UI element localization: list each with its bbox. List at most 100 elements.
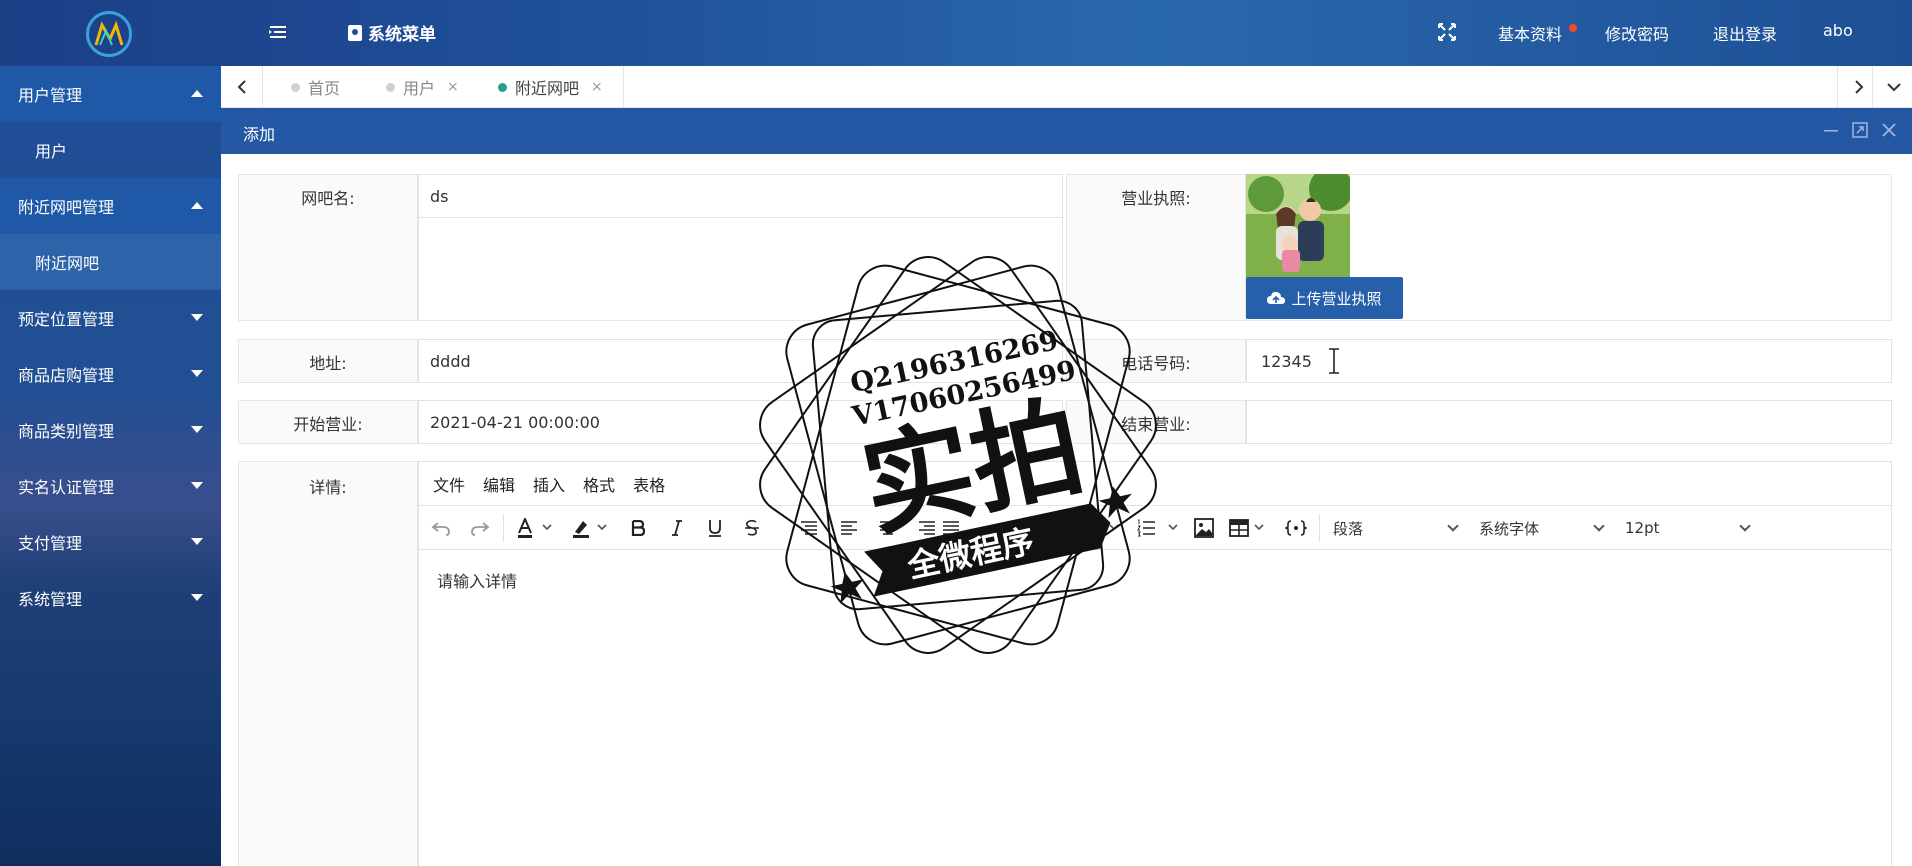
align-justify-icon[interactable] [939, 516, 963, 540]
close-icon[interactable] [1880, 121, 1900, 141]
sidebar-group-realname[interactable]: 实名认证管理 [0, 458, 221, 514]
address-input[interactable]: dddd [418, 339, 1063, 383]
font-family-value: 系统字体 [1479, 519, 1540, 538]
sidebar-item-label: 附近网吧 [35, 254, 100, 273]
start-label: 开始营业: [293, 415, 363, 434]
license-image[interactable] [1246, 174, 1350, 278]
sidebar-group-user-management[interactable]: 用户管理 [0, 66, 221, 122]
end-time-input[interactable] [1246, 400, 1892, 444]
align-left-icon[interactable] [837, 516, 861, 540]
dialog-title: 添加 [243, 125, 276, 144]
contact-book-icon [348, 24, 362, 41]
sidebar-group-system[interactable]: 系统管理 [0, 570, 221, 626]
font-family-select[interactable]: 系统字体 [1479, 515, 1611, 541]
sidebar: 用户管理 用户 附近网吧管理 附近网吧 预定位置管理 商品店购管理 商品类别管理… [0, 66, 221, 866]
text-color-icon[interactable] [515, 516, 559, 540]
caret-down-icon [191, 370, 203, 377]
caret-down-icon [191, 482, 203, 489]
address-label: 地址: [309, 354, 347, 373]
sidebar-group-payment[interactable]: 支付管理 [0, 514, 221, 570]
align-center-icon[interactable] [876, 516, 900, 540]
editor-toolbar: 段落 系统字体 12pt [419, 506, 1893, 550]
upload-license-button[interactable]: 上传营业执照 [1246, 277, 1403, 319]
sidebar-item-user[interactable]: 用户 [0, 122, 221, 178]
code-sample-icon[interactable] [1283, 516, 1309, 540]
name-cell-filler [418, 218, 1063, 321]
font-size-value: 12pt [1625, 519, 1660, 537]
toolbar-separator [1319, 514, 1320, 542]
sidebar-group-reservation[interactable]: 预定位置管理 [0, 290, 221, 346]
highlight-color-icon[interactable] [570, 516, 614, 540]
undo-icon[interactable] [429, 516, 453, 540]
bold-icon[interactable] [625, 516, 651, 540]
sidebar-group-netcafe-management[interactable]: 附近网吧管理 [0, 178, 221, 234]
tab-label: 附近网吧 [515, 79, 580, 98]
system-menu[interactable]: 系统菜单 [348, 20, 436, 45]
menu-file[interactable]: 文件 [433, 472, 465, 496]
sidebar-item-label: 用户 [35, 142, 68, 161]
bullet-list-icon[interactable] [1082, 516, 1122, 540]
table-icon[interactable] [1229, 516, 1273, 540]
menu-insert[interactable]: 插入 [533, 472, 565, 496]
name-input[interactable]: ds [418, 174, 1063, 218]
tab-divider [623, 66, 624, 108]
tab-menu-chevron-down-icon[interactable] [1872, 66, 1912, 108]
sidebar-item-nearby-netcafe[interactable]: 附近网吧 [0, 234, 221, 290]
maximize-icon[interactable] [1851, 121, 1871, 141]
font-size-select[interactable]: 12pt [1625, 515, 1757, 541]
block-format-value: 段落 [1333, 519, 1364, 538]
address-label-cell: 地址: [238, 339, 418, 383]
block-format-select[interactable]: 段落 [1333, 515, 1465, 541]
license-label: 营业执照: [1121, 189, 1191, 208]
notification-dot [1569, 24, 1577, 32]
sidebar-group-category[interactable]: 商品类别管理 [0, 402, 221, 458]
caret-down-icon [191, 538, 203, 545]
username[interactable]: abo [1823, 21, 1853, 40]
sidebar-group-shop[interactable]: 商品店购管理 [0, 346, 221, 402]
upload-license-label: 上传营业执照 [1291, 289, 1382, 308]
numbered-list-icon[interactable] [1137, 516, 1181, 540]
menu-format[interactable]: 格式 [583, 472, 615, 496]
change-password-link[interactable]: 修改密码 [1605, 21, 1669, 45]
profile-link[interactable]: 基本资料 [1498, 21, 1562, 45]
dialog-body: 网吧名: ds 营业执照: 上传营业执照 地址: dddd 电话号码: 1234… [221, 154, 1912, 866]
caret-up-icon [191, 90, 203, 97]
end-label-cell: 结束营业: [1066, 400, 1246, 444]
phone-value: 12345 [1261, 351, 1312, 371]
tab-nearby-netcafe[interactable]: 附近网吧 × [498, 66, 603, 108]
italic-icon[interactable] [664, 516, 690, 540]
app-logo[interactable] [86, 11, 132, 57]
tab-label: 首页 [308, 79, 341, 98]
underline-icon[interactable] [702, 516, 728, 540]
minimize-icon[interactable] [1822, 121, 1842, 141]
align-left-partial-icon[interactable] [797, 516, 821, 540]
start-time-input[interactable]: 2021-04-21 00:00:00 [418, 400, 1063, 444]
tab-user[interactable]: 用户 × [386, 66, 459, 108]
editor-content[interactable]: 请输入详情 [437, 568, 517, 592]
menu-edit[interactable]: 编辑 [483, 472, 515, 496]
align-right-icon[interactable] [915, 516, 939, 540]
tab-scroll-left-icon[interactable] [221, 66, 263, 108]
fullscreen-icon[interactable] [1438, 23, 1456, 41]
tab-close-icon[interactable]: × [447, 79, 459, 95]
image-icon[interactable] [1192, 516, 1216, 540]
caret-up-icon [191, 202, 203, 209]
phone-input[interactable]: 12345 [1246, 339, 1892, 383]
tab-label: 用户 [403, 79, 436, 98]
sidebar-group-label: 用户管理 [18, 86, 83, 105]
start-label-cell: 开始营业: [238, 400, 418, 444]
strikethrough-icon[interactable] [739, 516, 765, 540]
name-label-cell: 网吧名: [238, 174, 418, 321]
redo-icon[interactable] [468, 516, 492, 540]
rich-text-editor: 文件 编辑 插入 格式 表格 段落 系统字体 12pt 请输入详情 [418, 461, 1893, 866]
sidebar-group-label: 实名认证管理 [18, 478, 115, 497]
menu-toggle-icon[interactable] [268, 22, 288, 42]
logout-link[interactable]: 退出登录 [1713, 21, 1777, 45]
tab-dot [291, 82, 300, 92]
sidebar-group-label: 预定位置管理 [18, 310, 115, 329]
menu-table[interactable]: 表格 [633, 472, 665, 496]
license-label-cell: 营业执照: [1066, 174, 1246, 321]
tab-close-icon[interactable]: × [591, 79, 603, 95]
tab-home[interactable]: 首页 [291, 66, 340, 108]
detail-label: 详情: [309, 478, 347, 497]
